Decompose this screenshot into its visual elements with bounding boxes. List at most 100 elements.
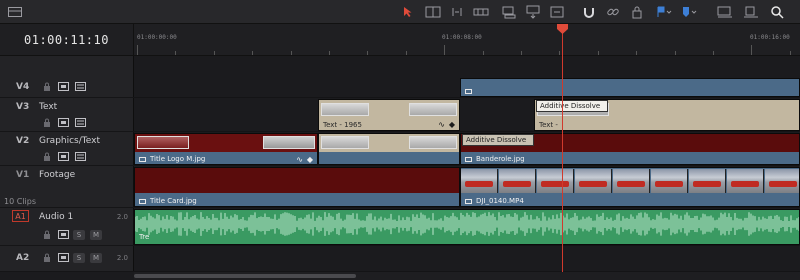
lock-icon[interactable]: [41, 253, 52, 262]
mute-button[interactable]: M: [90, 253, 102, 263]
video-frame: [765, 169, 799, 193]
trim-icon[interactable]: [424, 3, 442, 21]
replace-clip-icon[interactable]: [548, 3, 566, 21]
auto-select-icon[interactable]: [58, 253, 69, 262]
clip-title-card[interactable]: Title Card.jpg: [134, 167, 460, 207]
title-clip-1965[interactable]: Text - 1965 ∿ ◆: [318, 99, 460, 131]
track-visibility-icon[interactable]: [75, 82, 86, 91]
transition-additive-dissolve[interactable]: Additive Dissolve: [536, 100, 608, 112]
lock-icon[interactable]: [41, 230, 52, 239]
linked-selection-icon[interactable]: [604, 3, 622, 21]
snapping-icon[interactable]: [580, 3, 598, 21]
video-frame-detail: [769, 181, 797, 187]
clip-title-logo[interactable]: Title Logo M.jpg ∿ ◆: [134, 133, 318, 165]
track-header-a2[interactable]: A2 2.0 S M: [0, 246, 134, 272]
clip-thumbnail: [321, 103, 369, 116]
ruler-tick: [521, 51, 522, 55]
zoom-custom-icon[interactable]: [768, 3, 786, 21]
clip-label: Title Card.jpg: [139, 197, 197, 205]
timeline-tracks[interactable]: Text - 1965 ∿ ◆ Text - Additive Dissolve…: [134, 56, 800, 272]
ruler-tick: [674, 51, 676, 55]
video-frame-detail: [579, 181, 607, 187]
video-frame-detail: [693, 181, 721, 187]
ruler-tick: [252, 51, 254, 55]
zoom-full-icon[interactable]: [716, 3, 734, 21]
track-header-v3[interactable]: V3 Text: [0, 98, 134, 132]
auto-select-icon[interactable]: [58, 152, 69, 161]
ruler-tick: [597, 51, 599, 55]
keyframe-diamond-icon[interactable]: ◆: [449, 120, 455, 129]
keyframe-diamond-icon[interactable]: ◆: [307, 155, 313, 164]
track-header-a1[interactable]: A1 Audio 1 2.0 S M: [0, 208, 134, 246]
ruler-tick: [367, 51, 369, 55]
ruler-label: 01:00:00:00: [137, 34, 177, 41]
insert-clip-icon[interactable]: [500, 3, 518, 21]
track-id[interactable]: A1: [12, 210, 29, 222]
lock-icon[interactable]: [41, 152, 52, 161]
video-frame: [651, 169, 688, 193]
video-frame-detail: [541, 181, 569, 187]
track-id: A2: [16, 253, 30, 263]
keyframe-curve-icon[interactable]: ∿: [296, 155, 303, 164]
auto-select-icon[interactable]: [58, 230, 69, 239]
timeline-ruler[interactable]: 01:00:00:00 01:00:08:00 01:00:16:00: [134, 24, 800, 56]
selection-arrow-icon[interactable]: [400, 3, 416, 21]
clip-label: Banderole.jpg: [465, 155, 525, 163]
marker-icon[interactable]: [680, 3, 700, 21]
layout-icon[interactable]: [6, 3, 24, 21]
overwrite-clip-icon[interactable]: [524, 3, 542, 21]
lock-icon[interactable]: [41, 82, 52, 91]
solo-button[interactable]: S: [73, 230, 85, 240]
solo-button[interactable]: S: [73, 253, 85, 263]
keyframe-curve-icon[interactable]: ∿: [438, 120, 445, 129]
video-frame: [499, 169, 536, 193]
auto-select-icon[interactable]: [58, 118, 69, 127]
blade-icon[interactable]: [472, 3, 490, 21]
clip-thumbnail: [137, 136, 189, 149]
ruler-tick: [713, 51, 714, 55]
clip-dji-footage[interactable]: DJI_0140.MP4: [460, 167, 800, 207]
clip-thumbnail: [321, 136, 369, 149]
lock-icon[interactable]: [41, 118, 52, 127]
clip-label: Title Logo M.jpg: [139, 155, 205, 163]
track-visibility-icon[interactable]: [75, 118, 86, 127]
clip-v2-title[interactable]: [318, 133, 460, 165]
auto-select-icon[interactable]: [58, 82, 69, 91]
flag-icon[interactable]: [655, 3, 675, 21]
track-name: Footage: [39, 170, 76, 180]
playhead-marker-icon[interactable]: [557, 24, 568, 34]
track-name: Text: [39, 102, 58, 112]
ruler-tick: [175, 51, 177, 55]
zoom-detail-icon[interactable]: [742, 3, 760, 21]
video-frame: [727, 169, 764, 193]
ruler-tick: [290, 51, 292, 55]
timeline-toolbar: [0, 0, 800, 24]
lane-a2: [134, 246, 800, 272]
audio-clip[interactable]: Tre: [134, 209, 800, 245]
track-volume: 2.0: [116, 213, 128, 221]
video-frame: [575, 169, 612, 193]
clip-label: DJI_0140.MP4: [465, 197, 524, 205]
ruler-tick: [751, 45, 753, 55]
track-visibility-icon[interactable]: [75, 152, 86, 161]
mute-button[interactable]: M: [90, 230, 102, 240]
track-header-v2[interactable]: V2 Graphics/Text: [0, 132, 134, 166]
timecode-display[interactable]: 01:00:11:10: [0, 24, 134, 56]
ruler-tick: [444, 45, 446, 55]
horizontal-scrollbar[interactable]: [134, 272, 800, 280]
video-frame: [537, 169, 574, 193]
ruler-tick: [137, 45, 138, 55]
position-lock-icon[interactable]: [628, 3, 646, 21]
scrollbar-thumb[interactable]: [134, 274, 356, 278]
dynamic-trim-icon[interactable]: [448, 3, 466, 21]
transition-additive-dissolve[interactable]: Additive Dissolve: [462, 134, 534, 146]
video-frame-detail: [731, 181, 759, 187]
track-volume: 2.0: [116, 254, 128, 262]
ruler-tick: [636, 51, 638, 55]
track-header-v4[interactable]: V4: [0, 76, 134, 98]
clip-v4[interactable]: [460, 78, 800, 97]
video-frame: [461, 169, 498, 193]
track-header-v1[interactable]: V1 Footage 10 Clips: [0, 166, 134, 208]
playhead-line[interactable]: [562, 24, 563, 272]
current-timecode: 01:00:11:10: [24, 32, 109, 47]
